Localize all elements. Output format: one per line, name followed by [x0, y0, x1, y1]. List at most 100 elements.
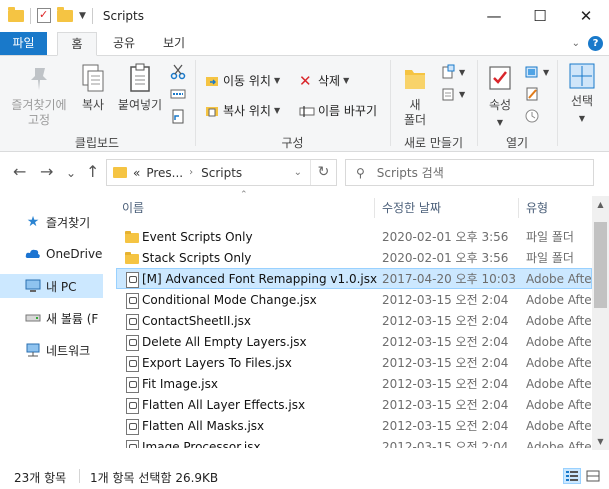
minimize-button[interactable]: —: [471, 0, 517, 31]
column-header-type[interactable]: 유형: [526, 196, 548, 220]
properties-icon[interactable]: [37, 8, 51, 23]
new-folder-button[interactable]: 새 폴더: [398, 62, 432, 128]
list-item[interactable]: Fit Image.jsx 2012-03-15 오전 2:04 Adobe A…: [116, 373, 592, 394]
copy-to-button[interactable]: 복사 위치 ▼: [204, 102, 280, 119]
organize-group-label: 구성: [281, 136, 304, 150]
address-bar[interactable]: « Pres... › Scripts ⌄ ↻: [106, 159, 337, 186]
nav-item-volume-f[interactable]: 새 볼륨 (F: [0, 306, 103, 330]
file-name: Image Processor.jsx: [142, 439, 261, 449]
vertical-scrollbar[interactable]: ▲ ▼: [592, 196, 609, 450]
chevron-down-icon[interactable]: ⌄: [294, 167, 302, 178]
new-item-button[interactable]: ▼: [440, 64, 465, 80]
refresh-button[interactable]: ↻: [310, 160, 336, 185]
file-date: 2012-03-15 오전 2:04: [382, 398, 509, 412]
back-button[interactable]: ←: [13, 162, 26, 181]
move-to-label: 이동 위치: [223, 74, 271, 88]
rename-label: 이름 바꾸기: [318, 104, 378, 118]
new-folder-icon[interactable]: [57, 6, 73, 22]
maximize-button[interactable]: ☐: [517, 0, 563, 31]
select-button[interactable]: 선택 ▼: [562, 62, 602, 126]
history-button[interactable]: [524, 108, 540, 124]
file-type: Adobe After: [526, 334, 592, 349]
file-date: 2020-02-01 오후 3:56: [382, 230, 509, 244]
list-item-selected[interactable]: [M] Advanced Font Remapping v1.0.jsx 201…: [116, 268, 592, 289]
search-input[interactable]: Scripts 검색: [377, 164, 444, 181]
rename-button[interactable]: 이름 바꾸기: [299, 102, 377, 119]
list-item[interactable]: Image Processor.jsx 2012-03-15 오전 2:04 A…: [116, 436, 592, 448]
tab-file[interactable]: 파일: [0, 32, 47, 56]
chevron-down-icon: ▼: [459, 89, 466, 99]
tab-view[interactable]: 보기: [154, 32, 194, 56]
search-box[interactable]: ⚲ Scripts 검색: [345, 159, 594, 186]
delete-button[interactable]: ✕ 삭제 ▼: [299, 72, 349, 89]
chevron-down-icon: ▼: [578, 114, 586, 123]
list-item[interactable]: ContactSheetII.jsx 2012-03-15 오전 2:04 Ad…: [116, 310, 592, 331]
file-name: Stack Scripts Only: [142, 250, 252, 265]
divider[interactable]: [518, 198, 519, 218]
list-item[interactable]: Event Scripts Only 2020-02-01 오후 3:56 파일…: [116, 226, 592, 247]
nav-item-network[interactable]: 네트워크: [0, 338, 103, 362]
properties-button[interactable]: 속성 ▼: [483, 62, 517, 130]
close-button[interactable]: ✕: [563, 0, 609, 31]
file-type: Adobe After: [526, 313, 592, 328]
scrollbar-thumb[interactable]: [594, 222, 607, 308]
list-item[interactable]: Delete All Empty Layers.jsx 2012-03-15 오…: [116, 331, 592, 352]
drive-icon: [25, 311, 41, 325]
open-icon: [524, 64, 540, 80]
breadcrumb-separator[interactable]: ›: [189, 167, 193, 178]
script-file-icon: [124, 397, 140, 414]
copy-path-button[interactable]: [170, 86, 186, 102]
scroll-up-arrow-icon[interactable]: ▲: [592, 196, 609, 213]
column-header-name[interactable]: 이름: [122, 196, 144, 220]
list-item[interactable]: Flatten All Masks.jsx 2012-03-15 오전 2:04…: [116, 415, 592, 436]
open-button[interactable]: ▼: [524, 64, 549, 80]
properties-label: 속성: [488, 98, 512, 112]
details-view-button[interactable]: [563, 468, 581, 484]
breadcrumb-current[interactable]: Scripts: [201, 166, 242, 180]
forward-button[interactable]: →: [40, 162, 53, 181]
cut-button[interactable]: [170, 64, 186, 80]
selection-info: 1개 항목 선택함 26.9KB: [90, 471, 219, 485]
paste-shortcut-button[interactable]: [170, 108, 186, 124]
nav-item-quick-access[interactable]: ★ 즐겨찾기: [0, 210, 103, 234]
chevron-down-icon[interactable]: ⌄: [572, 38, 580, 49]
copy-button[interactable]: 복사: [76, 62, 110, 113]
move-to-button[interactable]: 이동 위치 ▼: [204, 72, 280, 89]
file-date: 2012-03-15 오전 2:04: [382, 356, 509, 370]
pin-to-quick-access-button[interactable]: 즐겨찾기에 고정: [8, 62, 70, 128]
large-icons-view-button[interactable]: [584, 468, 602, 484]
list-item[interactable]: Stack Scripts Only 2020-02-01 오후 3:56 파일…: [116, 247, 592, 268]
list-item[interactable]: Export Layers To Files.jsx 2012-03-15 오전…: [116, 352, 592, 373]
list-item[interactable]: Flatten All Layer Effects.jsx 2012-03-15…: [116, 394, 592, 415]
copy-label: 복사: [81, 98, 105, 112]
nav-item-this-pc[interactable]: 내 PC: [0, 274, 103, 298]
status-bar: 23개 항목 1개 항목 선택함 26.9KB: [0, 462, 609, 489]
script-file-icon: [124, 439, 140, 448]
paste-button[interactable]: 붙여넣기: [114, 62, 166, 113]
tab-home[interactable]: 홈: [57, 32, 97, 56]
scroll-down-arrow-icon[interactable]: ▼: [592, 433, 609, 450]
help-icon[interactable]: ?: [588, 36, 603, 51]
chevron-down-icon: ▼: [273, 76, 281, 85]
easy-access-icon: [440, 86, 456, 102]
delete-icon: ✕: [299, 71, 312, 90]
divider[interactable]: [374, 198, 375, 218]
edit-button[interactable]: [524, 86, 540, 102]
large-icons-view-icon: [586, 470, 600, 482]
column-header-date[interactable]: 수정한 날짜: [382, 196, 441, 220]
file-type: 파일 폴더: [526, 230, 574, 244]
list-item[interactable]: Conditional Mode Change.jsx 2012-03-15 오…: [116, 289, 592, 310]
up-button[interactable]: ↑: [86, 162, 99, 181]
file-name: Event Scripts Only: [142, 229, 253, 244]
file-date: 2012-03-15 오전 2:04: [382, 419, 509, 433]
breadcrumb-item[interactable]: Pres...: [146, 166, 183, 180]
tab-share[interactable]: 공유: [104, 32, 144, 56]
new-folder-label-line2: 폴더: [403, 113, 427, 127]
easy-access-button[interactable]: ▼: [440, 86, 465, 102]
folder-icon: [124, 229, 140, 245]
chevron-down-icon[interactable]: ▼: [79, 11, 86, 21]
nav-item-onedrive[interactable]: OneDrive: [0, 242, 103, 266]
breadcrumb-overflow[interactable]: «: [133, 166, 140, 180]
recent-locations-button[interactable]: ⌄: [66, 166, 76, 180]
nav-label: 즐겨찾기: [46, 215, 91, 230]
